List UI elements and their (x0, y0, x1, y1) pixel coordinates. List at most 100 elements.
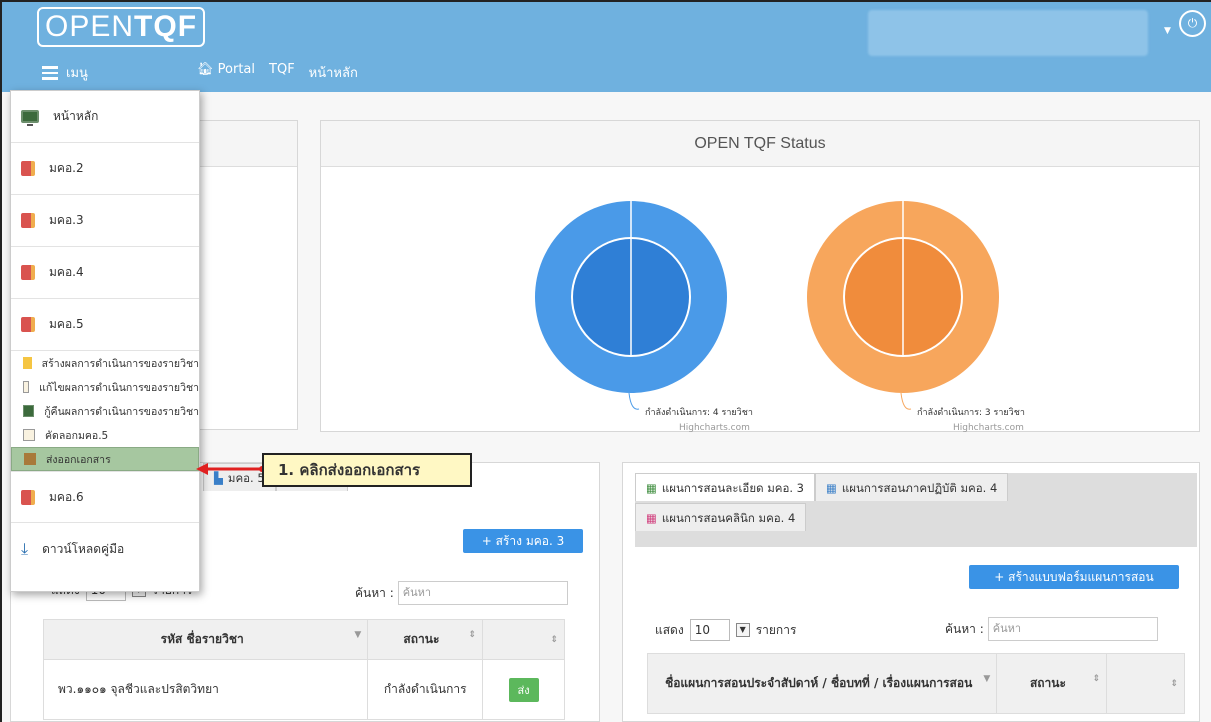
menu-button[interactable]: เมนู (42, 62, 88, 83)
sort-icon: ⇕ (550, 634, 558, 645)
col-status-label: สถานะ (1029, 676, 1066, 690)
submenu-copy-tqf5[interactable]: คัดลอกมคอ.5 (11, 423, 199, 447)
menu-label: เมนู (66, 66, 88, 81)
nav-home[interactable]: หน้าหลัก (309, 62, 358, 83)
right-search-label: ค้นหา : (945, 621, 984, 636)
menu-item-tqf5[interactable]: มคอ.5 (11, 299, 199, 351)
submenu-label: แก้ไขผลการดำเนินการของรายวิชา (39, 381, 199, 394)
pencil-icon (23, 357, 32, 369)
top-nav: เมนู 🏠︎ Portal TQF หน้าหลัก (42, 62, 358, 83)
nav-tqf[interactable]: TQF (269, 62, 295, 83)
chevron-down-icon[interactable]: ▼ (735, 623, 750, 637)
power-icon[interactable]: ⏻ (1179, 10, 1206, 37)
hamburger-icon (42, 65, 58, 80)
menu-item-tqf3[interactable]: มคอ.3 (11, 195, 199, 247)
calendar-icon: ▦ (646, 510, 657, 525)
tab-detailed-plan-label: แผนการสอนละเอียด มคอ. 3 (661, 480, 805, 495)
sort-icon: ▼ (354, 630, 362, 640)
menu-item-label: มคอ.6 (49, 489, 84, 504)
right-length-control: แสดง 10 ▼ รายการ (655, 619, 796, 641)
left-search-label: ค้นหา : (355, 585, 394, 600)
home-icon: 🏠︎ (197, 62, 214, 77)
submenu-create-result[interactable]: สร้างผลการดำเนินการของรายวิชา (11, 351, 199, 375)
right-search: ค้นหา : ค้นหา (945, 617, 1158, 641)
submenu-label: ส่งออกเอกสาร (46, 453, 111, 466)
sort-icon: ⇕ (468, 630, 477, 640)
tqf-table: รหัส ชื่อรายวิชา ▼ สถานะ ⇕ ⇕ พว.๑๑๐๑ จุลช… (42, 619, 565, 720)
table-row: พว.๑๑๐๑ จุลชีวและปรสิตวิทยา กำลังดำเนินก… (42, 659, 565, 720)
left-top-panel-head (199, 121, 297, 167)
col-status-header[interactable]: สถานะ ⇕ (996, 653, 1108, 714)
download-icon: ⤓ (21, 539, 29, 558)
nav-links: 🏠︎ Portal TQF หน้าหลัก (197, 62, 358, 83)
col-action-header[interactable]: ⇕ (1106, 653, 1185, 714)
right-credit[interactable]: Highcharts.com (953, 423, 1024, 433)
menu-item-label: หน้าหลัก (53, 109, 99, 123)
table-header-row: ชื่อแผนการสอนประจำสัปดาห์ / ชื่อบทที่ / … (646, 653, 1185, 714)
lesson-table: ชื่อแผนการสอนประจำสัปดาห์ / ชื่อบทที่ / … (646, 653, 1185, 714)
submenu-label: กู้คืนผลการดำเนินการของรายวิชา (44, 405, 199, 418)
menu-item-tqf6[interactable]: มคอ.6 (11, 471, 199, 523)
status-charts (535, 201, 999, 410)
tab-clinical-plan[interactable]: ▦ แผนการสอนคลินิก มคอ. 4 (635, 503, 807, 531)
copy-icon (23, 429, 35, 441)
col-status-label: สถานะ (403, 632, 440, 646)
caret-down-icon[interactable]: ▼ (1164, 26, 1171, 36)
book-icon (21, 489, 35, 505)
send-button[interactable]: ส่ง (508, 677, 539, 702)
col-status-header[interactable]: สถานะ ⇕ (367, 619, 484, 660)
tab-practical-plan[interactable]: ▦ แผนการสอนภาคปฏิบัติ มคอ. 4 (815, 473, 1009, 501)
left-credit[interactable]: Highcharts.com (679, 423, 750, 433)
tab-detailed-plan[interactable]: ▦ แผนการสอนละเอียด มคอ. 3 (635, 473, 816, 501)
edit-icon (23, 381, 30, 393)
right-donut (807, 201, 999, 410)
menu-item-home[interactable]: หน้าหลัก (11, 91, 199, 143)
calendar-icon: ▦ (646, 480, 657, 495)
status-panel: OPEN TQF Status กำลังดำเนินการ: 4 รายวิช… (320, 120, 1200, 433)
lesson-tabs-row1: ▦ แผนการสอนละเอียด มคอ. 3 ▦ แผนการสอนภาคปฏ… (635, 473, 1009, 501)
col-name-header[interactable]: ชื่อแผนการสอนประจำสัปดาห์ / ชื่อบทที่ / … (646, 653, 998, 714)
submenu-restore-result[interactable]: กู้คืนผลการดำเนินการของรายวิชา (11, 399, 199, 423)
create-lesson-plan-button[interactable]: + สร้างแบบฟอร์มแผนการสอน (969, 565, 1179, 589)
menu-item-label: มคอ.5 (49, 317, 84, 331)
right-search-input[interactable]: ค้นหา (987, 617, 1158, 641)
col-name-label: ชื่อแผนการสอนประจำสัปดาห์ / ชื่อบทที่ / … (665, 676, 973, 690)
app-header: OPENTQF เมนู 🏠︎ Portal TQF หน้าหลัก ▼ ⏻ (2, 2, 1211, 92)
logo-tqf-text: TQF (134, 10, 198, 43)
lesson-plan-panel: ▦ แผนการสอนละเอียด มคอ. 3 ▦ แผนการสอนภาคปฏ… (622, 462, 1200, 722)
menu-item-label: มคอ.3 (49, 213, 84, 227)
sort-icon: ⇕ (1092, 674, 1101, 684)
right-donut-label: กำลังดำเนินการ: 3 รายวิชา (917, 408, 1025, 418)
right-length-select[interactable]: 10 (689, 619, 730, 641)
col-code-label: รหัส ชื่อรายวิชา (160, 632, 244, 646)
menu-item-tqf2[interactable]: มคอ.2 (11, 143, 199, 195)
book-icon (21, 213, 35, 228)
submenu-edit-result[interactable]: แก้ไขผลการดำเนินการของรายวิชา (11, 375, 199, 399)
left-search-input[interactable]: ค้นหา (397, 581, 568, 605)
submenu-export-documents[interactable]: ส่งออกเอกสาร (11, 447, 199, 471)
logo-open-text: OPEN (45, 10, 135, 43)
create-tqf3-button[interactable]: + สร้าง มคอ. 3 (463, 529, 583, 553)
monitor-icon (21, 110, 39, 126)
sort-icon: ▼ (983, 674, 991, 684)
menu-item-label: ดาวน์โหลดคู่มือ (42, 541, 125, 556)
nav-portal[interactable]: 🏠︎ Portal (197, 62, 255, 83)
book-icon (21, 317, 35, 332)
menu-item-tqf4[interactable]: มคอ.4 (11, 247, 199, 299)
row-action: ส่ง (482, 659, 565, 720)
sort-icon: ⇕ (1170, 678, 1178, 689)
calendar-icon: ▦ (826, 480, 837, 495)
user-info-blurred[interactable] (868, 10, 1148, 56)
left-donut (535, 201, 727, 410)
menu-item-download-manual[interactable]: ⤓ ดาวน์โหลดคู่มือ (11, 523, 199, 575)
monitor-icon (23, 405, 35, 417)
submenu-label: คัดลอกมคอ.5 (45, 429, 109, 442)
col-action-header[interactable]: ⇕ (482, 619, 565, 660)
callout-instruction: 1. คลิกส่งออกเอกสาร (262, 453, 472, 487)
right-length-suffix: รายการ (755, 622, 797, 637)
logo[interactable]: OPENTQF (37, 7, 206, 47)
main-menu-dropdown: หน้าหลัก มคอ.2 มคอ.3 มคอ.4 มคอ.5 สร้างผล… (10, 90, 200, 592)
lesson-tabs-row2: ▦ แผนการสอนคลินิก มคอ. 4 (635, 503, 807, 531)
col-code-header[interactable]: รหัส ชื่อรายวิชา ▼ (42, 619, 369, 660)
left-top-panel (198, 120, 298, 430)
